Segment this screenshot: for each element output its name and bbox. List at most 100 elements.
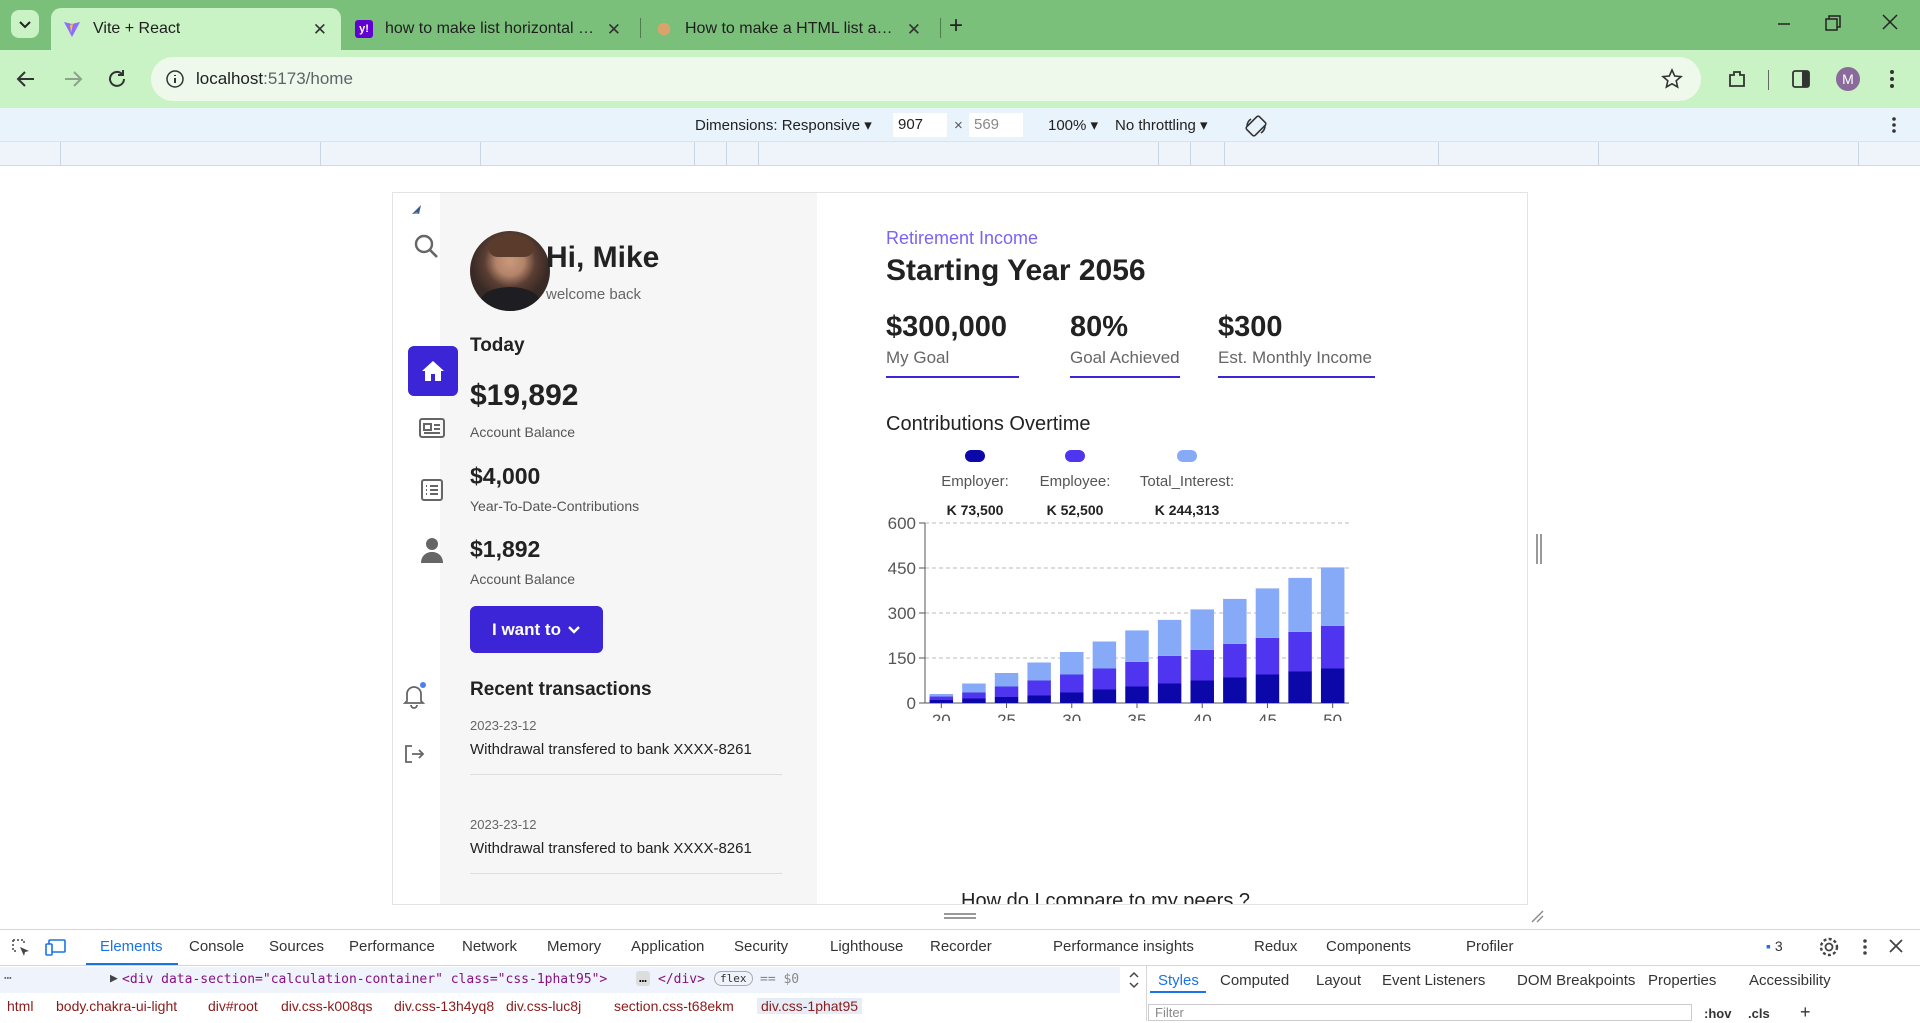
bell-icon[interactable] [400, 681, 428, 709]
more-vertical-icon[interactable] [1862, 937, 1868, 957]
styles-filter-input[interactable]: Filter [1148, 1004, 1692, 1021]
metric-label: Goal Achieved [1070, 348, 1180, 367]
app-logo-icon[interactable] [410, 203, 424, 217]
styles-pane-tab[interactable]: Accessibility [1749, 972, 1831, 989]
stat-label: Year-To-Date-Contributions [470, 498, 640, 514]
breadcrumb-item[interactable]: div#root [208, 998, 258, 1014]
close-icon[interactable]: ✕ [313, 20, 327, 40]
legend-swatch [1065, 450, 1085, 462]
tab-search-button[interactable] [11, 10, 39, 38]
legend-swatch [965, 450, 985, 462]
devtools-tab[interactable]: Sources [269, 938, 324, 955]
styles-pane-tab[interactable]: DOM Breakpoints [1517, 972, 1635, 989]
more-vertical-icon[interactable] [1890, 115, 1898, 135]
metric-value: $300 [1218, 311, 1283, 343]
today-heading: Today [470, 335, 525, 356]
i-want-to-button[interactable]: I want to [470, 606, 603, 653]
list-icon[interactable] [420, 478, 444, 502]
hover-state-toggle[interactable]: :hov [1704, 1006, 1731, 1021]
devtools-tab[interactable]: Performance insights [1053, 938, 1194, 955]
corner-resize-icon[interactable] [1530, 909, 1544, 923]
flex-badge[interactable]: flex [714, 971, 753, 986]
search-icon[interactable] [413, 233, 439, 259]
site-info-icon[interactable] [165, 69, 185, 89]
address-bar[interactable]: localhost:5173/home [151, 57, 1701, 101]
bar-segment [994, 697, 1019, 703]
breadcrumb-item[interactable]: div.css-luc8j [506, 998, 581, 1014]
tab-separator [640, 18, 641, 38]
styles-pane-tab[interactable]: Layout [1316, 972, 1361, 989]
rotate-icon[interactable] [1244, 114, 1268, 138]
close-window-button[interactable] [1880, 12, 1900, 32]
y-tick-label: 450 [888, 559, 916, 578]
styles-pane-tab[interactable]: Styles [1158, 972, 1199, 989]
styles-pane-tab[interactable]: Computed [1220, 972, 1289, 989]
minimize-button[interactable] [1774, 10, 1794, 30]
devtools-tab[interactable]: Lighthouse [830, 938, 903, 955]
close-icon[interactable] [1888, 938, 1904, 954]
height-input[interactable]: 569 [969, 113, 1023, 137]
user-icon[interactable] [420, 536, 444, 564]
devtools-tab[interactable]: Recorder [930, 938, 992, 955]
class-toggle[interactable]: .cls [1748, 1006, 1770, 1021]
breadcrumb-item[interactable]: body.chakra-ui-light [56, 998, 177, 1014]
x-tick-label: 35 [1128, 711, 1147, 721]
zoom-select[interactable]: 100% ▾ [1048, 116, 1098, 134]
bookmark-star-icon[interactable] [1661, 68, 1683, 90]
extensions-icon[interactable] [1726, 68, 1748, 90]
width-input[interactable]: 907 [893, 113, 947, 137]
breadcrumb-item[interactable]: div.css-1phat95 [757, 998, 863, 1014]
new-tab-button[interactable]: + [949, 12, 963, 40]
devtools-tab[interactable]: Elements [100, 938, 163, 955]
devtools-tab[interactable]: Application [631, 938, 704, 955]
throttling-select[interactable]: No throttling ▾ [1115, 116, 1208, 134]
bottom-resize-handle[interactable] [944, 913, 976, 919]
close-icon[interactable]: ✕ [907, 20, 921, 40]
dimension-times: × [954, 117, 963, 134]
close-icon[interactable]: ✕ [607, 20, 621, 40]
transaction-desc: Withdrawal transfered to bank XXXX-8261 [470, 840, 752, 857]
legend-item[interactable]: Total_Interest: K 244,313 [1127, 439, 1267, 518]
metric-label: Est. Monthly Income [1218, 348, 1373, 367]
devtools-tab[interactable]: Profiler [1466, 938, 1514, 955]
breadcrumb-item[interactable]: div.css-k008qs [281, 998, 373, 1014]
breadcrumb-item[interactable]: section.css-t68ekm [614, 998, 734, 1014]
reload-icon[interactable] [106, 68, 128, 90]
transaction-item[interactable]: 2023-23-12 Withdrawal transfered to bank… [470, 718, 782, 775]
inspect-element-icon[interactable] [11, 938, 31, 958]
profile-avatar[interactable]: M [1836, 67, 1860, 91]
breadcrumb-item[interactable]: html [7, 998, 33, 1014]
news-icon[interactable] [418, 417, 446, 439]
right-resize-handle[interactable] [1536, 534, 1542, 564]
panel-scroll-icon[interactable] [1128, 970, 1140, 990]
browser-toolbar: localhost:5173/home M [0, 50, 1920, 108]
devtools-tab[interactable]: Components [1326, 938, 1411, 955]
devtools-tab[interactable]: Performance [349, 938, 435, 955]
breadcrumb-item[interactable]: div.css-13h4yq8 [394, 998, 494, 1014]
issues-counter[interactable]: ▪ 3 [1766, 938, 1783, 954]
transaction-item[interactable]: 2023-23-12 Withdrawal transfered to bank… [470, 817, 782, 874]
back-arrow-icon[interactable] [15, 68, 37, 90]
nav-home-button[interactable] [408, 346, 458, 396]
dimensions-select[interactable]: Dimensions: Responsive ▾ [695, 116, 872, 134]
styles-pane-tab[interactable]: Properties [1648, 972, 1716, 989]
logout-icon[interactable] [403, 743, 425, 765]
styles-pane-tab[interactable]: Event Listeners [1382, 972, 1485, 989]
tab-html-list[interactable]: How to make a HTML list appea ✕ [655, 8, 935, 50]
dom-selected-row[interactable]: ⋯ ▶ <div data-section="calculation-conta… [0, 967, 1120, 993]
devtools-tab[interactable]: Redux [1254, 938, 1297, 955]
home-icon [422, 361, 444, 381]
forward-arrow-icon[interactable] [62, 68, 84, 90]
tab-vite-react[interactable]: Vite + React ✕ [51, 8, 341, 50]
side-panel-icon[interactable] [1790, 68, 1812, 90]
more-vertical-icon[interactable] [1888, 68, 1896, 90]
devtools-tab[interactable]: Console [189, 938, 244, 955]
settings-gear-icon[interactable] [1818, 936, 1840, 958]
devtools-tab[interactable]: Security [734, 938, 788, 955]
retirement-section: Retirement Income Starting Year 2056 $30… [817, 193, 1527, 904]
devtools-tab[interactable]: Network [462, 938, 517, 955]
devtools-tab[interactable]: Memory [547, 938, 601, 955]
restore-button[interactable] [1823, 14, 1843, 34]
tab-yahoo[interactable]: y! how to make list horizontal in c ✕ [355, 8, 635, 50]
device-toggle-icon[interactable] [45, 938, 67, 958]
